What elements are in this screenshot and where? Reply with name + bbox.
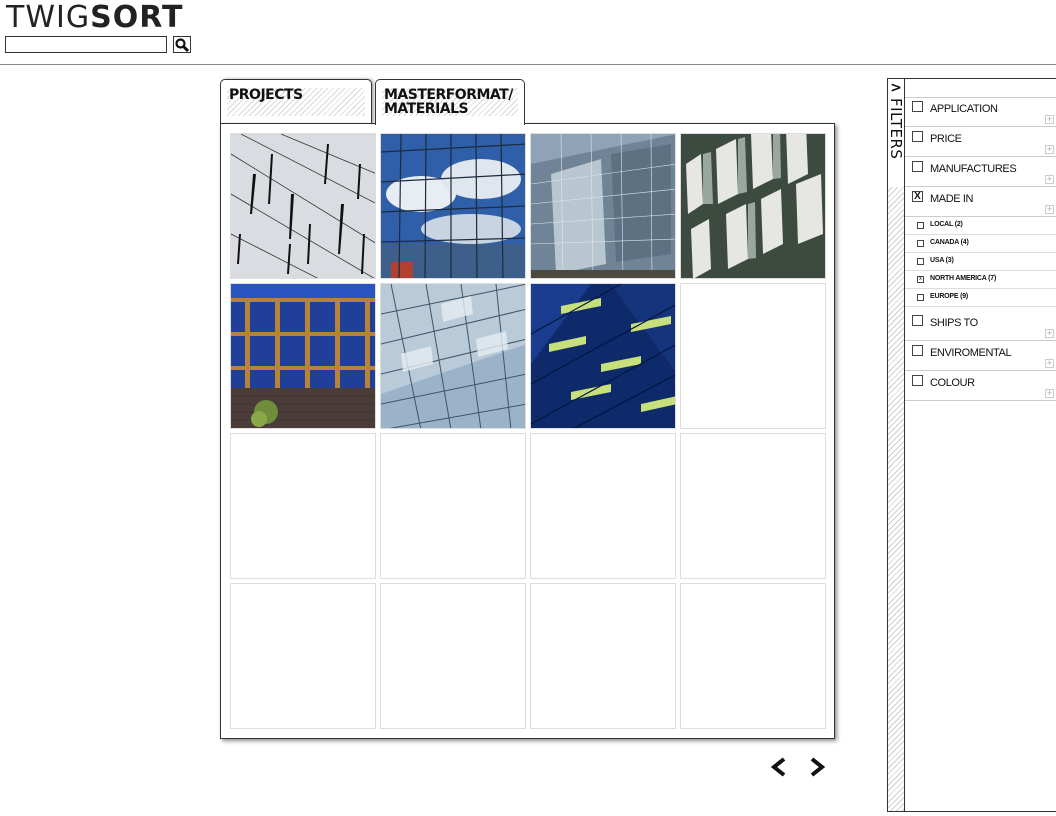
option-label: USA (3) (930, 257, 954, 264)
filter-label: COLOUR (930, 377, 975, 389)
filter-price[interactable]: PRICE + (905, 127, 1056, 157)
plus-icon[interactable]: + (1045, 145, 1054, 154)
filter-checkbox[interactable] (912, 131, 923, 142)
filter-label: MADE IN (930, 193, 974, 205)
filter-label: SHIPS TO (930, 317, 978, 329)
building-photo (681, 134, 825, 278)
header-divider (0, 64, 1056, 65)
filters-title-text: FILTERS (887, 98, 905, 160)
logo-text-light: TWIG (6, 0, 91, 35)
empty-tile (530, 583, 676, 729)
option-label: CANADA (4) (930, 239, 969, 246)
plus-icon[interactable]: + (1045, 329, 1054, 338)
chevron-left-icon (770, 757, 786, 777)
filter-made-in[interactable]: X MADE IN + (905, 187, 1056, 217)
image-tile[interactable] (680, 133, 826, 279)
filter-checkbox-checked[interactable]: X (912, 191, 923, 202)
filter-colour[interactable]: COLOUR + (905, 371, 1056, 401)
option-checkbox[interactable] (917, 258, 924, 265)
empty-tile (530, 433, 676, 579)
filter-checkbox[interactable] (912, 315, 923, 326)
empty-tile (230, 583, 376, 729)
building-photo (381, 134, 525, 278)
image-tile[interactable] (230, 283, 376, 429)
filter-label: ENVIROMENTAL (930, 347, 1012, 359)
logo-text-bold: SORT (90, 0, 184, 35)
plus-icon[interactable]: + (1045, 115, 1054, 124)
made-in-option-canada[interactable]: CANADA (4) (905, 235, 1056, 253)
empty-tile (380, 433, 526, 579)
building-photo (531, 134, 675, 278)
made-in-option-usa[interactable]: USA (3) (905, 253, 1056, 271)
building-photo (531, 284, 675, 428)
tab-materials-label: MASTERFORMAT/ MATERIALS (384, 87, 513, 117)
filter-label: MANUFACTURES (930, 163, 1017, 175)
image-tile[interactable] (530, 283, 676, 429)
option-label: EUROPE (9) (930, 293, 969, 300)
option-checkbox[interactable] (917, 294, 924, 301)
image-tile[interactable] (380, 133, 526, 279)
image-tile[interactable] (230, 133, 376, 279)
gallery-panel (220, 123, 835, 739)
chevron-right-icon (810, 757, 826, 777)
magnifier-icon (175, 38, 189, 52)
filter-checkbox[interactable] (912, 345, 923, 356)
tab-projects-label: PROJECTS (229, 87, 303, 103)
search-button[interactable] (173, 36, 191, 53)
plus-icon[interactable]: + (1045, 389, 1054, 398)
filter-checkbox[interactable] (912, 375, 923, 386)
filter-label: APPLICATION (930, 103, 998, 115)
filters-panel-header (905, 79, 1056, 98)
filter-enviromental[interactable]: ENVIROMENTAL + (905, 341, 1056, 371)
plus-icon[interactable]: + (1045, 359, 1054, 368)
filter-checkbox[interactable] (912, 101, 923, 112)
image-tile[interactable] (380, 283, 526, 429)
option-label: LOCAL (2) (930, 221, 963, 228)
previous-page-button[interactable] (768, 756, 790, 778)
filter-manufactures[interactable]: MANUFACTURES + (905, 157, 1056, 187)
filter-ships-to[interactable]: SHIPS TO + (905, 311, 1056, 341)
made-in-option-local[interactable]: LOCAL (2) (905, 217, 1056, 235)
plus-icon[interactable]: + (1045, 205, 1054, 214)
search-input[interactable] (5, 36, 167, 53)
filters-panel: APPLICATION + PRICE + MANUFACTURES + X M… (905, 78, 1056, 812)
building-photo (381, 284, 525, 428)
empty-tile (380, 583, 526, 729)
plus-icon[interactable]: + (1045, 175, 1054, 184)
tab-masterformat-materials[interactable]: MASTERFORMAT/ MATERIALS (375, 79, 525, 125)
app-logo[interactable]: TWIGSORT (6, 2, 183, 34)
made-in-option-north-america[interactable]: x NORTH AMERICA (7) (905, 271, 1056, 289)
tab-projects[interactable]: PROJECTS (220, 79, 372, 123)
made-in-option-europe[interactable]: EUROPE (9) (905, 289, 1056, 307)
image-tile[interactable] (530, 133, 676, 279)
filters-title: FILTERS (887, 97, 905, 187)
empty-tile (230, 433, 376, 579)
building-photo (231, 284, 375, 428)
next-page-button[interactable] (806, 756, 828, 778)
option-checkbox[interactable] (917, 240, 924, 247)
filter-label: PRICE (930, 133, 962, 145)
filter-checkbox[interactable] (912, 161, 923, 172)
filter-application[interactable]: APPLICATION + (905, 97, 1056, 127)
empty-tile (680, 433, 826, 579)
building-photo (231, 134, 375, 278)
filters-toggle-button[interactable]: > (888, 79, 904, 97)
image-grid (230, 133, 826, 729)
empty-tile (680, 583, 826, 729)
empty-tile (680, 283, 826, 429)
option-checkbox[interactable] (917, 222, 924, 229)
option-label: NORTH AMERICA (7) (930, 275, 997, 282)
filters-strip: > FILTERS (887, 78, 905, 812)
option-checkbox-checked[interactable]: x (917, 276, 924, 283)
